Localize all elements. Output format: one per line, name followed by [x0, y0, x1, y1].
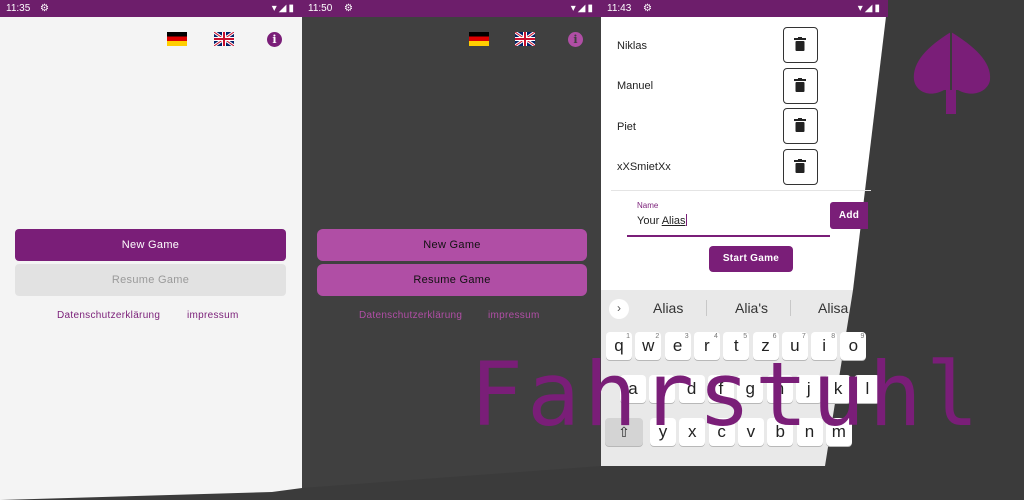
status-icons: ▾◢▮: [857, 3, 882, 14]
german-flag-icon[interactable]: [167, 32, 187, 46]
info-icon[interactable]: i: [568, 32, 583, 47]
expand-suggestions-icon[interactable]: ›: [609, 299, 629, 319]
delete-player-button[interactable]: [783, 27, 818, 63]
status-bar: 11:50 ⚙ ▾◢▮: [302, 0, 601, 17]
text-cursor: [685, 214, 687, 226]
settings-icon: ⚙: [344, 3, 353, 14]
imprint-link[interactable]: impressum: [187, 310, 239, 321]
resume-game-button[interactable]: Resume Game: [317, 264, 587, 296]
status-icons: ▾◢▮: [570, 3, 595, 14]
name-input[interactable]: Your Alias: [627, 205, 830, 237]
new-game-button[interactable]: New Game: [317, 229, 587, 261]
delete-player-button[interactable]: [783, 149, 818, 185]
status-icons: ▾◢▮: [271, 3, 296, 14]
name-input-value: Your: [637, 215, 662, 227]
privacy-link[interactable]: Datenschutzerklärung: [57, 310, 160, 321]
german-flag-icon[interactable]: [469, 32, 489, 46]
new-game-button[interactable]: New Game: [15, 229, 286, 261]
status-bar: 11:35 ⚙ ▾◢▮: [0, 0, 302, 17]
player-name: Piet: [617, 121, 636, 133]
player-name: Manuel: [617, 80, 654, 92]
uk-flag-icon[interactable]: [214, 32, 234, 46]
trash-icon: [794, 118, 806, 132]
delete-player-button[interactable]: [783, 68, 818, 104]
suggestion[interactable]: Alisa: [818, 300, 848, 316]
settings-icon: ⚙: [40, 3, 49, 14]
info-icon[interactable]: i: [267, 32, 282, 47]
player-name: xXSmietXx: [617, 161, 671, 173]
status-time: 11:35: [6, 3, 31, 14]
status-bar: 11:43 ⚙ ▾◢▮: [601, 0, 888, 17]
add-player-button[interactable]: Add: [830, 202, 868, 229]
player-name: Niklas: [617, 40, 647, 52]
suggestion-divider: [790, 300, 791, 316]
status-time: 11:43: [607, 3, 632, 14]
delete-player-button[interactable]: [783, 108, 818, 144]
imprint-link[interactable]: impressum: [488, 310, 540, 321]
suggestion-divider: [706, 300, 707, 316]
status-time: 11:50: [308, 3, 333, 14]
uk-flag-icon[interactable]: [515, 32, 535, 46]
divider: [611, 190, 871, 191]
app-title: Fahrstuhl: [470, 343, 983, 446]
privacy-link[interactable]: Datenschutzerklärung: [359, 310, 462, 321]
suggestion[interactable]: Alia's: [735, 300, 768, 316]
suggestion[interactable]: Alias: [653, 300, 683, 316]
trash-icon: [794, 78, 806, 92]
name-input-word: Alias: [661, 215, 686, 227]
resume-game-button[interactable]: Resume Game: [15, 264, 286, 296]
trash-icon: [794, 37, 806, 51]
settings-icon: ⚙: [643, 3, 652, 14]
trash-icon: [794, 159, 806, 173]
spade-tree-icon: [913, 32, 991, 114]
start-game-button[interactable]: Start Game: [709, 246, 793, 272]
